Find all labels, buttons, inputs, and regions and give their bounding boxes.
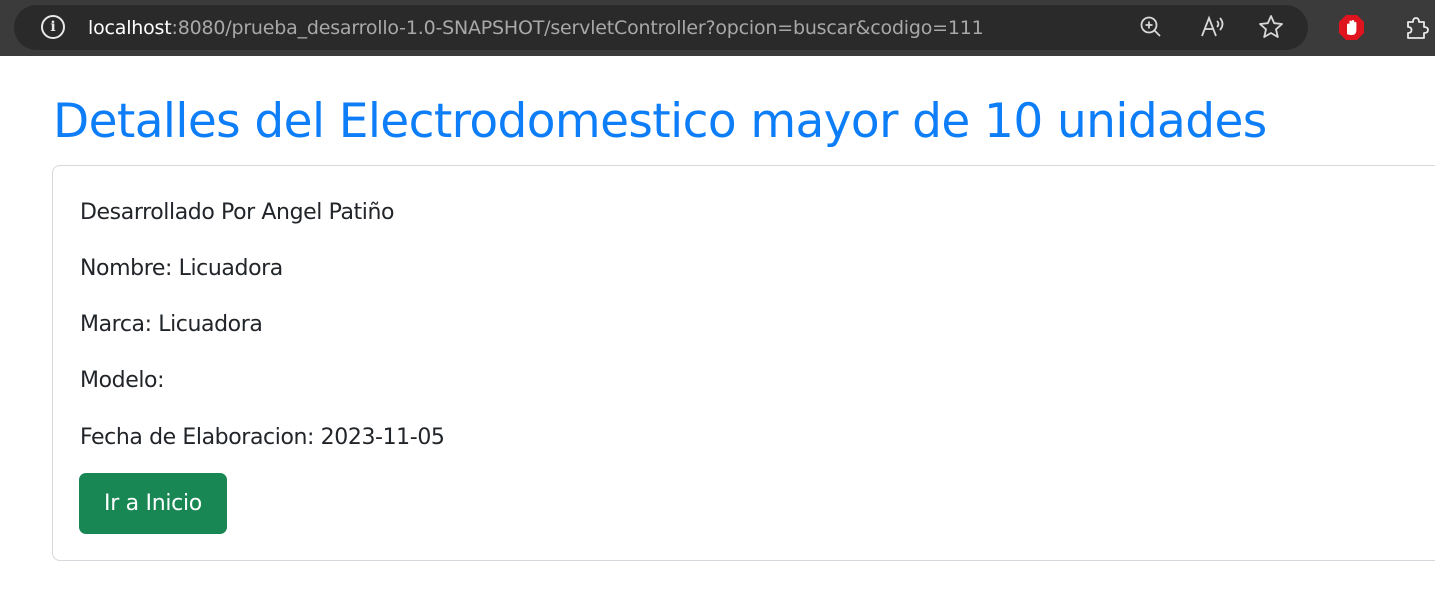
page-title: Detalles del Electrodomestico mayor de 1… — [53, 94, 1267, 149]
extensions-puzzle-icon[interactable] — [1402, 13, 1432, 43]
brand-field: Marca: Licuadora — [80, 312, 263, 337]
manufacture-date-field: Fecha de Elaboracion: 2023-11-05 — [80, 425, 445, 450]
url-path: :8080/prueba_desarrollo-1.0-SNAPSHOT/ser… — [171, 17, 984, 39]
zoom-in-icon[interactable] — [1137, 13, 1165, 41]
url-text[interactable]: localhost:8080/prueba_desarrollo-1.0-SNA… — [88, 14, 984, 42]
url-host: localhost — [88, 17, 172, 39]
home-button[interactable]: Ir a Inicio — [79, 473, 227, 534]
model-field: Modelo: — [80, 368, 165, 393]
name-field: Nombre: Licuadora — [80, 256, 283, 281]
info-icon[interactable]: i — [41, 15, 65, 39]
developer-credit: Desarrollado Por Angel Patiño — [80, 200, 395, 225]
stop-hand-extension-icon[interactable] — [1338, 14, 1365, 41]
read-aloud-icon[interactable] — [1198, 13, 1226, 41]
browser-toolbar: i localhost:8080/prueba_desarrollo-1.0-S… — [0, 0, 1435, 56]
favorite-star-icon[interactable] — [1257, 13, 1285, 41]
